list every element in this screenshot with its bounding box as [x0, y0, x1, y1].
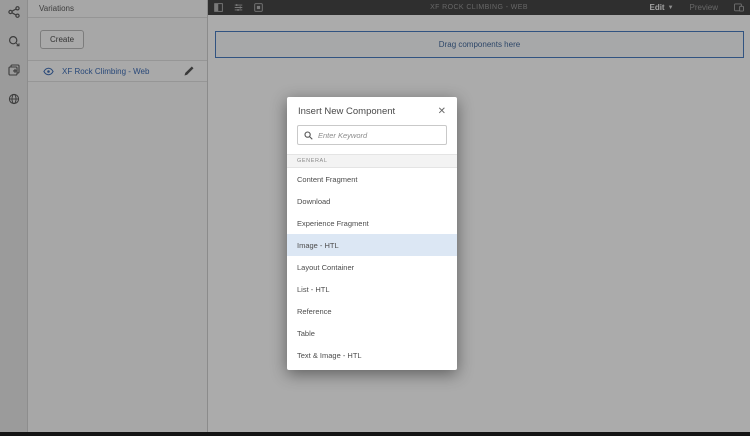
search-input[interactable] [318, 130, 440, 140]
insert-component-dialog: Insert New Component ✕ GENERAL Content F… [287, 97, 457, 370]
component-item-content-fragment[interactable]: Content Fragment [287, 168, 457, 190]
dialog-footer-padding [287, 366, 457, 370]
component-item-experience-fragment[interactable]: Experience Fragment [287, 212, 457, 234]
app-window: Variations Create XF Rock Climbing - Web [0, 0, 750, 436]
component-item-table[interactable]: Table [287, 322, 457, 344]
component-item-list-htl[interactable]: List - HTL [287, 278, 457, 300]
component-item-download[interactable]: Download [287, 190, 457, 212]
component-item-reference[interactable]: Reference [287, 300, 457, 322]
dialog-header: Insert New Component ✕ [287, 97, 457, 125]
component-item-image-htl[interactable]: Image - HTL [287, 234, 457, 256]
search-icon [304, 130, 313, 140]
component-search-box [297, 125, 447, 145]
component-group-header: GENERAL [287, 154, 457, 168]
dialog-title: Insert New Component [298, 106, 396, 117]
close-icon[interactable]: ✕ [438, 106, 446, 117]
component-item-layout-container[interactable]: Layout Container [287, 256, 457, 278]
component-item-text-image-htl[interactable]: Text & Image - HTL [287, 344, 457, 366]
